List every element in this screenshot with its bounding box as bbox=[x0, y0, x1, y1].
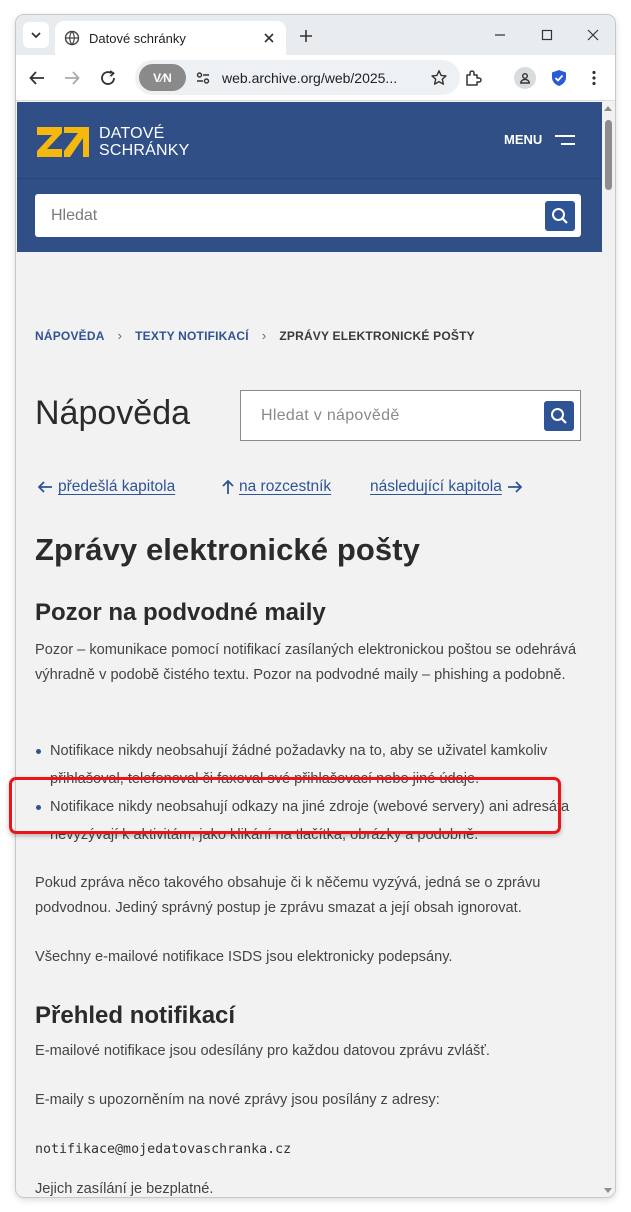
tab-search-button[interactable] bbox=[23, 22, 49, 48]
profile-icon[interactable] bbox=[514, 67, 536, 89]
close-icon[interactable] bbox=[258, 27, 280, 49]
help-title: Nápověda bbox=[35, 394, 191, 432]
overview-para-3: Jejich zasílání je bezplatné. bbox=[35, 1181, 214, 1197]
scroll-thumb[interactable] bbox=[605, 120, 612, 190]
logo-mark-icon bbox=[37, 127, 89, 157]
chapter-navigation: předešlá kapitola na rozcestník následuj… bbox=[35, 478, 582, 498]
tab-title: Datové schránky bbox=[89, 30, 186, 46]
maximize-icon[interactable] bbox=[534, 23, 560, 47]
arrow-up-icon bbox=[222, 479, 234, 494]
extensions-icon[interactable] bbox=[460, 65, 486, 91]
section-heading-phishing: Pozor na podvodné maily bbox=[35, 599, 326, 626]
menu-button[interactable]: MENU bbox=[504, 132, 576, 147]
window-close-icon[interactable] bbox=[580, 23, 606, 47]
notification-email-address: notifikace@mojedatovaschranka.cz bbox=[35, 1142, 292, 1157]
scroll-down-icon[interactable] bbox=[604, 1188, 612, 1193]
star-icon[interactable] bbox=[426, 65, 452, 91]
kebab-menu-icon[interactable] bbox=[581, 65, 607, 91]
header-top-bar: DATOVÉ SCHRÁNKY MENU bbox=[17, 102, 602, 179]
annotation-highlight-box bbox=[9, 777, 561, 834]
minimize-icon[interactable] bbox=[487, 23, 513, 47]
signature-note: Všechny e-mailové notifikace ISDS jsou e… bbox=[35, 949, 453, 965]
page-viewport: DATOVÉ SCHRÁNKY MENU Hledat NÁPOVĚDA › T… bbox=[17, 102, 602, 1197]
forward-icon[interactable] bbox=[59, 65, 85, 91]
section-heading-overview: Přehled notifikací bbox=[35, 1002, 236, 1029]
tab-strip: Datové schránky bbox=[16, 15, 615, 55]
site-search-box[interactable]: Hledat bbox=[35, 194, 581, 237]
logo-line-1: DATOVÉ bbox=[99, 125, 165, 142]
page-scrollbar[interactable] bbox=[602, 102, 615, 1197]
scroll-up-icon[interactable] bbox=[604, 106, 612, 111]
shield-icon[interactable] bbox=[546, 65, 572, 91]
vpn-badge[interactable]: V⁄N bbox=[139, 64, 186, 91]
overview-para-2: E-maily s upozorněním na nové zprávy jso… bbox=[35, 1092, 440, 1108]
chevron-down-icon bbox=[31, 32, 41, 39]
search-icon bbox=[552, 207, 568, 224]
plus-icon[interactable] bbox=[294, 24, 318, 48]
arrow-left-icon bbox=[37, 481, 52, 493]
breadcrumb-link-texty-notifikaci[interactable]: TEXTY NOTIFIKACÍ bbox=[135, 329, 249, 343]
prev-chapter-link[interactable]: předešlá kapitola bbox=[37, 478, 175, 496]
help-search-input[interactable]: Hledat v nápovědě bbox=[261, 407, 544, 425]
site-search-button[interactable] bbox=[545, 200, 575, 231]
next-chapter-label: následující kapitola bbox=[370, 478, 502, 495]
url-text: web.archive.org/web/2025... bbox=[222, 69, 398, 86]
search-icon bbox=[551, 407, 567, 424]
next-chapter-link[interactable]: následující kapitola bbox=[370, 478, 523, 496]
breadcrumb-separator-icon: › bbox=[261, 328, 267, 343]
bullet-icon bbox=[36, 749, 41, 754]
browser-tab[interactable]: Datové schránky bbox=[55, 21, 286, 55]
help-search-button[interactable] bbox=[544, 400, 574, 431]
globe-icon bbox=[64, 30, 80, 46]
prev-chapter-label: předešlá kapitola bbox=[58, 478, 176, 495]
arrow-right-icon bbox=[507, 481, 523, 493]
menu-label: MENU bbox=[504, 132, 543, 147]
site-info-icon[interactable] bbox=[193, 68, 213, 88]
help-search-box[interactable]: Hledat v nápovědě bbox=[240, 390, 581, 441]
article-title: Zprávy elektronické pošty bbox=[35, 532, 420, 567]
browser-toolbar: V⁄N web.archive.org/web/2025... bbox=[16, 55, 615, 101]
browser-window: Datové schránky V⁄N web.archive.org/web/… bbox=[16, 15, 615, 1197]
up-chapter-label: na rozcestník bbox=[239, 478, 332, 495]
logo-line-2: SCHRÁNKY bbox=[99, 142, 190, 159]
phishing-warning: Pokud zpráva něco takového obsahuje či k… bbox=[35, 875, 541, 916]
site-search-input[interactable]: Hledat bbox=[51, 207, 545, 225]
breadcrumb-separator-icon: › bbox=[117, 328, 123, 343]
phishing-intro: Pozor – komunikace pomocí notifikací zas… bbox=[35, 642, 577, 683]
breadcrumb-link-napoveda[interactable]: NÁPOVĚDA bbox=[35, 329, 105, 343]
address-bar[interactable]: V⁄N web.archive.org/web/2025... bbox=[135, 60, 460, 95]
overview-para-1: E-mailové notifikace jsou odesílány pro … bbox=[35, 1043, 490, 1059]
reload-icon[interactable] bbox=[95, 65, 121, 91]
breadcrumb: NÁPOVĚDA › TEXTY NOTIFIKACÍ › ZPRÁVY ELE… bbox=[35, 328, 475, 343]
back-icon[interactable] bbox=[24, 65, 50, 91]
site-logo[interactable]: DATOVÉ SCHRÁNKY bbox=[35, 125, 190, 159]
hamburger-icon bbox=[555, 134, 576, 145]
breadcrumb-current: ZPRÁVY ELEKTRONICKÉ POŠTY bbox=[279, 328, 475, 343]
up-chapter-link[interactable]: na rozcestník bbox=[221, 478, 331, 496]
site-header: DATOVÉ SCHRÁNKY MENU Hledat bbox=[17, 102, 602, 252]
